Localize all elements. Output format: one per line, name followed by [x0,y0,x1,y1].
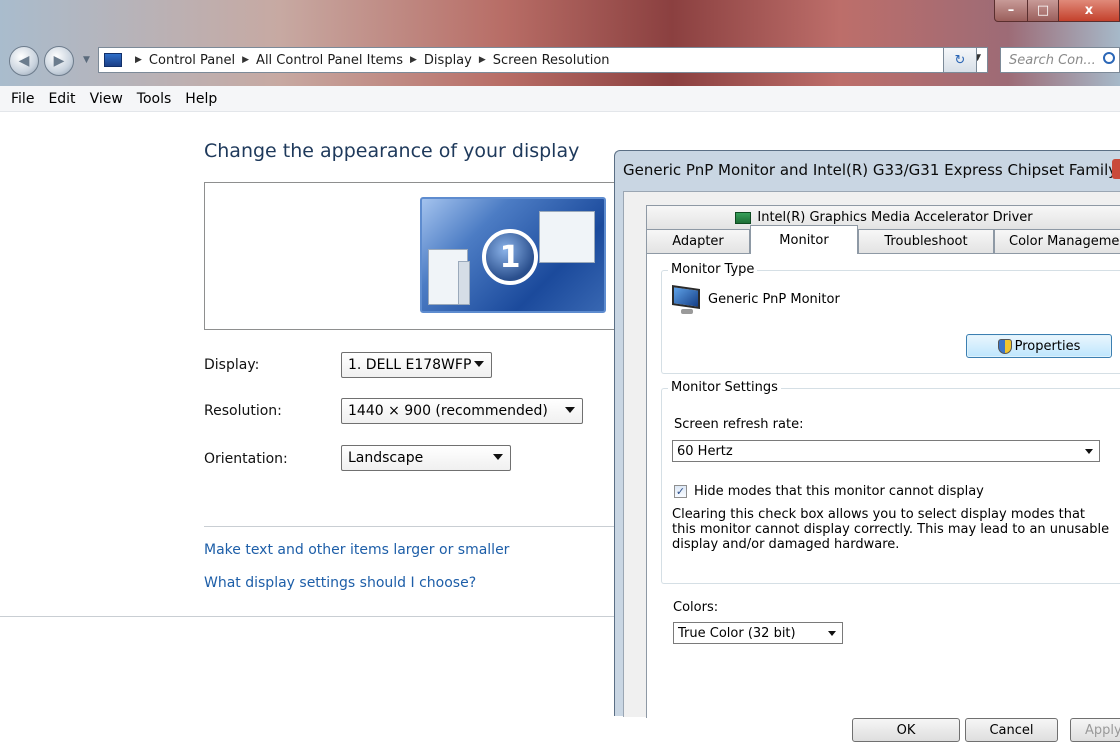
breadcrumb-display[interactable]: Display [424,53,472,68]
recent-pages-dropdown[interactable]: ▼ [83,55,90,65]
search-placeholder: Search Con... [1009,52,1096,68]
properties-button[interactable]: Properties [966,334,1112,358]
apply-button[interactable]: Apply [1070,718,1120,742]
monitor-preview-area: 1 [204,182,624,330]
resolution-select[interactable]: 1440 × 900 (recommended) [341,398,583,424]
refresh-rate-label: Screen refresh rate: [674,417,804,432]
chevron-down-icon [565,407,575,413]
colors-label: Colors: [673,600,719,615]
breadcrumb-separator-icon[interactable]: ▶ [242,55,249,65]
tab-label: Troubleshoot [884,234,968,249]
intel-graphics-icon [735,211,752,224]
dialog-title: Generic PnP Monitor and Intel(R) G33/G31… [623,161,1120,179]
hide-modes-description: Clearing this check box allows you to se… [672,507,1110,552]
breadcrumb-separator-icon[interactable]: ▶ [410,55,417,65]
back-button[interactable]: ◀ [9,46,39,76]
tab-label: Monitor [779,232,829,248]
chevron-down-icon [1085,449,1093,454]
display-select[interactable]: 1. DELL E178WFP [341,352,492,378]
refresh-button[interactable]: ↻ [943,47,977,73]
tab-intel-gma-driver[interactable]: Intel(R) Graphics Media Accelerator Driv… [646,205,1120,229]
button-label: Cancel [989,722,1034,738]
tab-label: Intel(R) Graphics Media Accelerator Driv… [757,210,1033,225]
breadcrumb-control-panel[interactable]: Control Panel [149,53,235,68]
sidebar-thumbnail-icon [458,261,470,305]
maximize-button[interactable]: □ [1027,0,1059,22]
group-title: Monitor Settings [668,380,781,395]
monitor-name: Generic PnP Monitor [708,292,840,307]
menu-help[interactable]: Help [185,91,217,107]
orientation-value: Landscape [348,450,424,466]
window-thumbnail-icon [539,211,595,263]
tab-color-management[interactable]: Color Management [994,229,1120,253]
dialog-close-button[interactable] [1112,159,1120,179]
forward-button[interactable]: ▶ [44,46,74,76]
hide-modes-checkbox[interactable]: ✓ [674,485,687,498]
ok-button[interactable]: OK [852,718,960,742]
refresh-rate-select[interactable]: 60 Hertz [672,440,1100,462]
address-bar[interactable]: ▶ Control Panel ▶ All Control Panel Item… [98,47,988,73]
uac-shield-icon [997,338,1012,354]
minimize-button[interactable]: – [994,0,1028,22]
arrow-left-icon: ◀ [18,53,30,69]
menu-file[interactable]: File [11,91,34,107]
monitor-icon [672,285,700,315]
divider [0,616,614,617]
arrow-right-icon: ▶ [53,53,65,69]
window-titlebar: – □ x ◀ ▶ ▼ ▶ Control Panel ▶ All Contro… [0,0,1120,86]
resolution-label: Resolution: [204,403,282,419]
text-size-link[interactable]: Make text and other items larger or smal… [204,542,509,558]
display-settings-help-link[interactable]: What display settings should I choose? [204,575,476,591]
tab-label: Adapter [672,234,724,249]
monitor-properties-dialog: Generic PnP Monitor and Intel(R) G33/G31… [614,150,1120,742]
checkmark-icon: ✓ [675,485,686,498]
chevron-down-icon [828,631,836,636]
monitor-tile[interactable]: 1 [420,197,606,313]
colors-value: True Color (32 bit) [678,625,796,641]
tab-label: Color Management [1009,234,1120,249]
button-label: Apply [1085,722,1120,738]
breadcrumb-separator-icon[interactable]: ▶ [135,55,142,65]
orientation-label: Orientation: [204,451,288,467]
search-input[interactable]: Search Con... [1000,47,1120,73]
monitor-type-group: Monitor Type Generic PnP Monitor Propert… [661,262,1120,374]
hide-modes-label[interactable]: Hide modes that this monitor cannot disp… [694,484,984,499]
display-value: 1. DELL E178WFP [348,357,472,373]
search-icon[interactable] [1103,52,1115,64]
monitor-settings-group: Monitor Settings Screen refresh rate: 60… [661,380,1120,584]
tab-monitor[interactable]: Monitor [750,225,858,254]
colors-select[interactable]: True Color (32 bit) [673,622,843,644]
monitor-number-badge: 1 [482,229,538,285]
breadcrumb-screen-resolution[interactable]: Screen Resolution [493,53,610,68]
display-label: Display: [204,357,260,373]
refresh-icon: ↻ [954,52,966,68]
menu-tools[interactable]: Tools [137,91,172,107]
chevron-down-icon [474,361,484,367]
cancel-button[interactable]: Cancel [965,718,1058,742]
menu-view[interactable]: View [90,91,123,107]
control-panel-icon [104,53,122,67]
tab-troubleshoot[interactable]: Troubleshoot [858,229,994,253]
breadcrumb-separator-icon[interactable]: ▶ [479,55,486,65]
monitor-tab-panel: Monitor Type Generic PnP Monitor Propert… [646,253,1120,718]
refresh-rate-value: 60 Hertz [677,443,733,459]
page-title: Change the appearance of your display [204,140,580,162]
orientation-select[interactable]: Landscape [341,445,511,471]
tab-adapter[interactable]: Adapter [646,229,750,253]
button-label: Properties [1014,338,1081,354]
menu-edit[interactable]: Edit [48,91,75,107]
menu-bar: File Edit View Tools Help [0,86,1120,112]
resolution-value: 1440 × 900 (recommended) [348,403,548,419]
close-button[interactable]: x [1058,0,1120,22]
group-title: Monitor Type [668,262,758,277]
chevron-down-icon [493,454,503,460]
divider [204,526,614,527]
breadcrumb-all-items[interactable]: All Control Panel Items [256,53,403,68]
button-label: OK [896,722,916,738]
dialog-body: Intel(R) Graphics Media Accelerator Driv… [623,191,1120,742]
